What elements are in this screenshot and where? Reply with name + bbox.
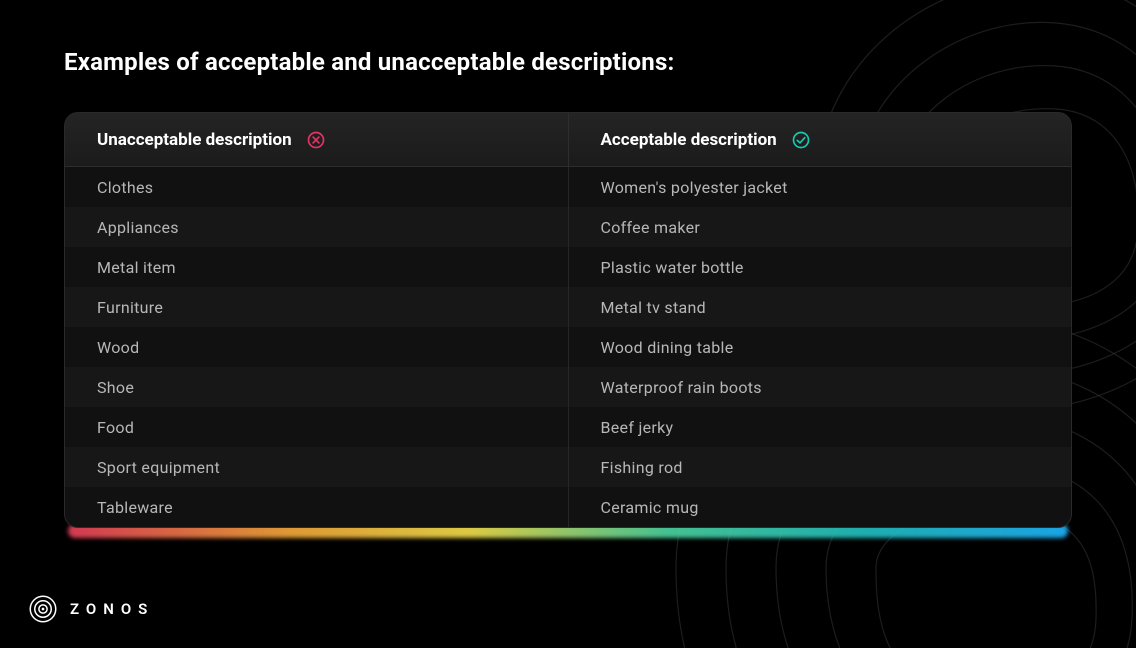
table-row: WoodWood dining table	[65, 327, 1071, 367]
cell-unacceptable: Food	[65, 407, 568, 447]
table-row: ShoeWaterproof rain boots	[65, 367, 1071, 407]
cell-unacceptable: Metal item	[65, 247, 568, 287]
cell-acceptable: Ceramic mug	[568, 487, 1072, 527]
cell-acceptable: Plastic water bottle	[568, 247, 1072, 287]
header-unacceptable-label: Unacceptable description	[97, 130, 292, 150]
brand-mark-icon	[28, 594, 58, 624]
table-row: FurnitureMetal tv stand	[65, 287, 1071, 327]
table-row: ClothesWomen's polyester jacket	[65, 167, 1071, 207]
table-row: Sport equipmentFishing rod	[65, 447, 1071, 487]
cell-unacceptable: Tableware	[65, 487, 568, 527]
cell-acceptable: Beef jerky	[568, 407, 1072, 447]
table-row: AppliancesCoffee maker	[65, 207, 1071, 247]
cell-acceptable: Women's polyester jacket	[568, 167, 1072, 207]
brand-logo: ZONOS	[28, 594, 154, 624]
cell-acceptable: Fishing rod	[568, 447, 1072, 487]
cell-unacceptable: Shoe	[65, 367, 568, 407]
cell-unacceptable: Furniture	[65, 287, 568, 327]
table-row: FoodBeef jerky	[65, 407, 1071, 447]
x-circle-icon	[306, 130, 326, 150]
cell-acceptable: Metal tv stand	[568, 287, 1072, 327]
cell-unacceptable: Clothes	[65, 167, 568, 207]
page-title: Examples of acceptable and unacceptable …	[64, 48, 1072, 76]
table-body: ClothesWomen's polyester jacketAppliance…	[65, 167, 1071, 527]
brand-name: ZONOS	[70, 600, 154, 618]
table-row: TablewareCeramic mug	[65, 487, 1071, 527]
cell-acceptable: Waterproof rain boots	[568, 367, 1072, 407]
header-acceptable-label: Acceptable description	[601, 130, 777, 150]
cell-unacceptable: Appliances	[65, 207, 568, 247]
table-header-row: Unacceptable description Acceptable desc…	[65, 113, 1071, 167]
descriptions-table-card: Unacceptable description Acceptable desc…	[64, 112, 1072, 538]
cell-unacceptable: Sport equipment	[65, 447, 568, 487]
table-row: Metal itemPlastic water bottle	[65, 247, 1071, 287]
cell-acceptable: Coffee maker	[568, 207, 1072, 247]
check-circle-icon	[791, 130, 811, 150]
cell-unacceptable: Wood	[65, 327, 568, 367]
cell-acceptable: Wood dining table	[568, 327, 1072, 367]
